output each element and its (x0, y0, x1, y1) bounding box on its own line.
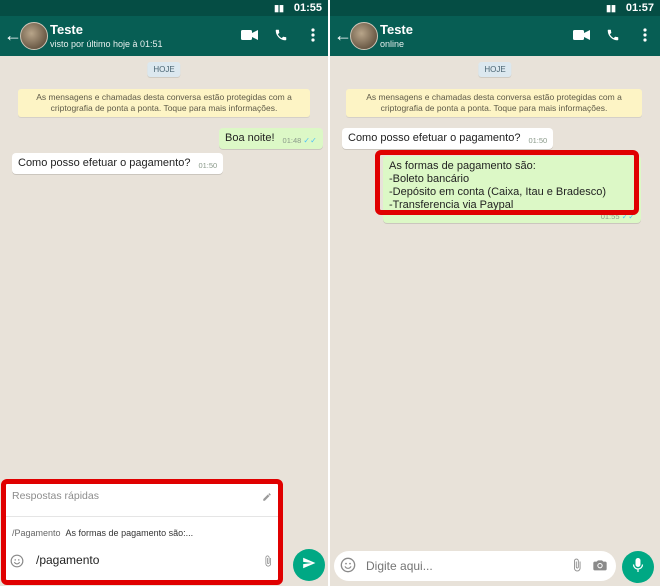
contact-name[interactable]: Teste (380, 22, 413, 37)
date-separator: HOJE (478, 62, 512, 77)
highlight-frame (1, 479, 283, 585)
contact-status: visto por último hoje à 01:51 (50, 39, 163, 49)
status-bar: ▮▮ 01:55 (0, 0, 328, 16)
mic-button[interactable] (622, 551, 654, 583)
avatar[interactable] (350, 22, 378, 50)
message-bubble-incoming[interactable]: Como posso efetuar o pagamento? 01:50 (342, 128, 554, 149)
signal-battery-icon: ▮▮ (606, 3, 616, 13)
message-text: Como posso efetuar o pagamento? (348, 132, 521, 144)
avatar[interactable] (20, 22, 48, 50)
right-chat-screen: ▮▮ 01:57 ← Teste online HOJE As mensagen… (330, 0, 660, 586)
screenshot-comparison: ▮▮ 01:55 ← Teste visto por último hoje à… (0, 0, 660, 586)
signal-battery-icon: ▮▮ (274, 3, 284, 13)
left-chat-screen: ▮▮ 01:55 ← Teste visto por último hoje à… (0, 0, 328, 586)
attach-icon[interactable] (570, 557, 584, 578)
more-vert-icon[interactable] (636, 26, 654, 44)
contact-name[interactable]: Teste (50, 22, 83, 37)
message-composer (334, 551, 616, 581)
contact-status: online (380, 39, 405, 49)
encryption-notice[interactable]: As mensagens e chamadas desta conversa e… (18, 89, 310, 117)
message-bubble-incoming[interactable]: Como posso efetuar o pagamento? 01:50 (12, 153, 224, 174)
message-time: 01:48 ✓✓ (282, 136, 317, 145)
encryption-notice[interactable]: As mensagens e chamadas desta conversa e… (346, 89, 642, 117)
phone-icon[interactable] (604, 26, 622, 44)
camera-icon[interactable] (592, 557, 608, 578)
phone-icon[interactable] (272, 26, 290, 44)
message-list[interactable]: HOJE As mensagens e chamadas desta conve… (330, 56, 660, 586)
more-vert-icon[interactable] (304, 26, 322, 44)
message-text: Boa noite! (225, 132, 275, 144)
status-time: 01:57 (625, 2, 654, 14)
mic-icon (632, 557, 644, 578)
status-time: 01:55 (293, 2, 322, 14)
status-bar: ▮▮ 01:57 (330, 0, 660, 16)
send-icon (302, 556, 316, 575)
video-call-icon[interactable] (572, 26, 590, 44)
video-call-icon[interactable] (240, 26, 258, 44)
message-time: 01:50 (528, 136, 548, 145)
message-input[interactable] (364, 558, 558, 574)
emoji-icon[interactable] (340, 557, 356, 578)
message-time: 01:50 (198, 161, 218, 170)
chat-header: ← Teste online (330, 16, 660, 56)
send-button[interactable] (293, 549, 325, 581)
highlight-frame (375, 150, 639, 215)
message-text: Como posso efetuar o pagamento? (18, 157, 191, 169)
read-receipt-icon: ✓✓ (303, 136, 317, 145)
message-bubble-outgoing[interactable]: Boa noite! 01:48 ✓✓ (219, 128, 323, 149)
chat-header: ← Teste visto por último hoje à 01:51 (0, 16, 328, 56)
date-separator: HOJE (147, 62, 181, 77)
